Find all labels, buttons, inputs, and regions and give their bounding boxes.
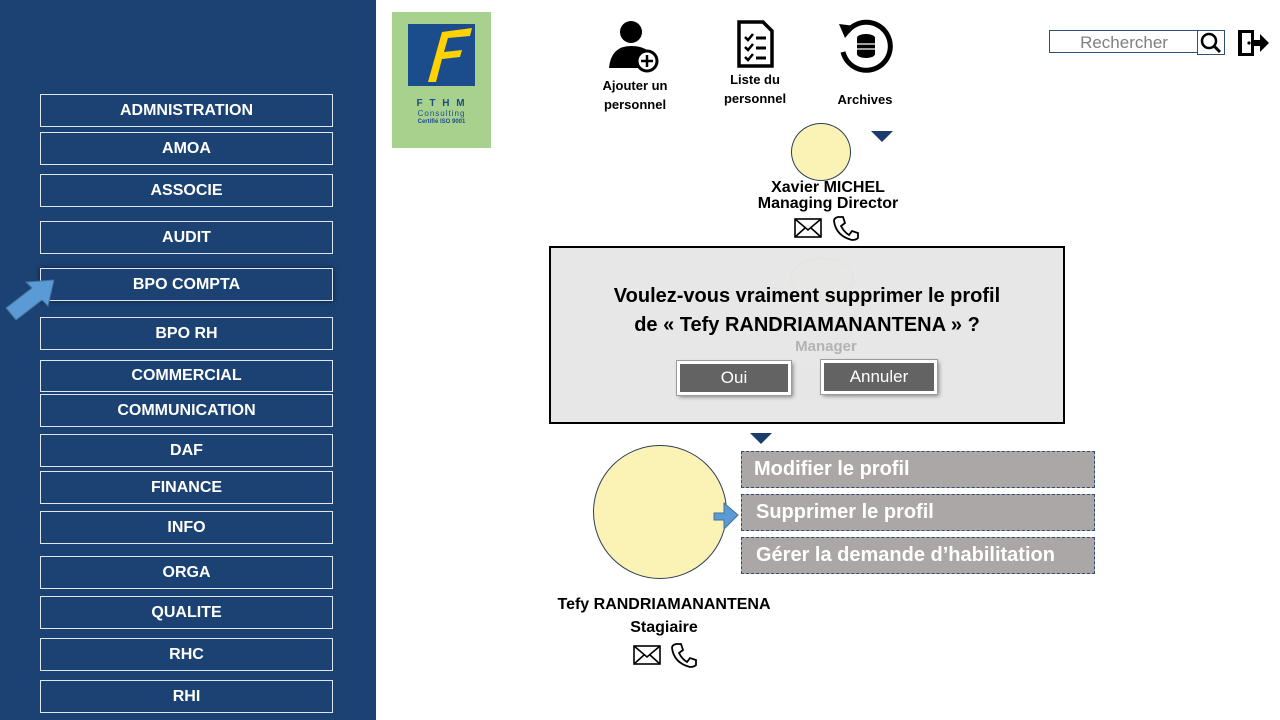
mail-icon[interactable] — [633, 645, 661, 665]
dialog-message: Voulez-vous vraiment supprimer le profil… — [551, 282, 1063, 340]
middle-person-role: Manager — [795, 338, 857, 355]
phone-icon[interactable] — [670, 642, 698, 668]
search-input[interactable]: Rechercher — [1049, 30, 1199, 53]
list-personnel-button[interactable]: Liste du personnel — [716, 18, 794, 108]
dept-button-rhi[interactable]: RHI — [40, 680, 333, 713]
dept-button-rhc[interactable]: RHC — [40, 638, 333, 671]
dept-button-commercial[interactable]: COMMERCIAL — [40, 360, 333, 392]
logo-f-icon — [428, 28, 472, 82]
department-sidebar: ADMNISTRATION AMOA ASSOCIE AUDIT BPO COM… — [0, 0, 376, 720]
top-person-name: Xavier MICHEL — [771, 179, 885, 196]
logo-brand: F T H M — [416, 98, 467, 109]
dialog-message-line2: de « Tefy RANDRIAMANANTENA » ? — [634, 314, 980, 336]
dept-button-audit[interactable]: AUDIT — [40, 221, 333, 254]
archive-database-icon — [839, 19, 893, 73]
dialog-message-line1: Voulez-vous vraiment supprimer le profil — [613, 285, 1001, 307]
archives-label: Archives — [837, 92, 893, 107]
logo-cert: Certifié ISO 9001 — [417, 119, 466, 125]
add-personnel-label-2: personnel — [603, 97, 667, 112]
list-personnel-label-1: Liste du — [730, 72, 780, 87]
menu-item-delete-profile[interactable]: Supprimer le profil — [741, 494, 1095, 531]
company-logo: F T H M Consulting Certifié ISO 9001 — [392, 12, 491, 148]
menu-item-manage-access-request[interactable]: Gérer la demande d’habilitation — [741, 537, 1095, 574]
archives-button[interactable]: Archives — [826, 16, 904, 109]
dept-button-amoa[interactable]: AMOA — [40, 132, 333, 165]
phone-icon[interactable] — [832, 215, 860, 241]
menu-item-edit-profile[interactable]: Modifier le profil — [741, 451, 1095, 488]
search-button[interactable] — [1197, 30, 1225, 55]
add-personnel-button[interactable]: Ajouter un personnel — [595, 18, 675, 114]
dropdown-arrow-icon[interactable] — [871, 131, 893, 142]
logout-icon[interactable] — [1236, 27, 1270, 59]
dept-button-qualite[interactable]: QUALITE — [40, 596, 333, 629]
dept-button-finance[interactable]: FINANCE — [40, 471, 333, 504]
dept-button-communication[interactable]: COMMUNICATION — [40, 394, 333, 427]
dept-button-bpo-rh[interactable]: BPO RH — [40, 317, 333, 350]
list-personnel-label-2: personnel — [723, 91, 787, 106]
confirm-delete-dialog: Voulez-vous vraiment supprimer le profil… — [549, 246, 1065, 424]
dept-button-administration[interactable]: ADMNISTRATION — [40, 94, 333, 127]
dept-button-bpo-compta[interactable]: BPO COMPTA — [40, 268, 333, 301]
dropdown-arrow-icon[interactable] — [750, 433, 772, 444]
confirm-yes-button[interactable]: Oui — [677, 361, 791, 395]
dept-button-orga[interactable]: ORGA — [40, 556, 333, 589]
pointer-arrow-icon — [5, 279, 55, 320]
dept-button-associe[interactable]: ASSOCIE — [40, 174, 333, 207]
avatar-bottom[interactable] — [593, 445, 727, 579]
add-user-icon — [609, 21, 659, 73]
top-person-role: Managing Director — [757, 195, 899, 212]
pointer-arrow-icon — [713, 501, 739, 531]
checklist-icon — [737, 20, 774, 68]
cancel-button[interactable]: Annuler — [821, 360, 937, 394]
logo-sub: Consulting — [417, 109, 466, 118]
mail-icon[interactable] — [794, 218, 822, 238]
search-icon — [1200, 32, 1222, 54]
bottom-person-name: Tefy RANDRIAMANANTENA — [557, 596, 771, 613]
dept-button-info[interactable]: INFO — [40, 511, 333, 544]
dept-button-daf[interactable]: DAF — [40, 434, 333, 467]
avatar-top[interactable] — [791, 123, 851, 181]
bottom-person-role: Stagiaire — [630, 619, 698, 636]
logo-mark — [408, 24, 475, 86]
add-personnel-label-1: Ajouter un — [602, 78, 668, 93]
